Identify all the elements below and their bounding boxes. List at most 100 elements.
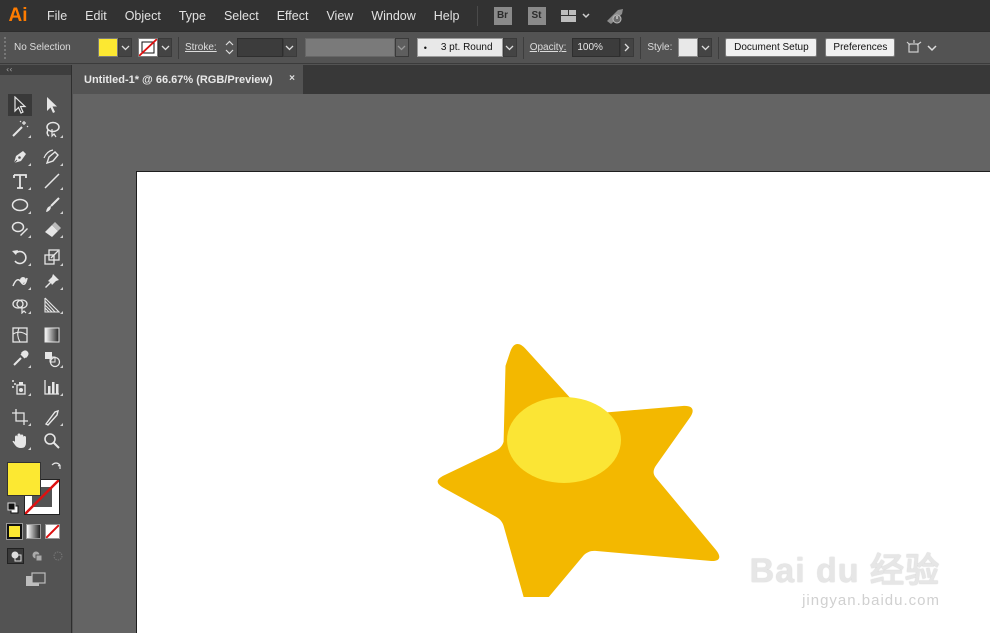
lasso-tool[interactable] [40,118,64,140]
graphic-style-swatch[interactable] [678,38,699,57]
blend-tool[interactable] [40,348,64,370]
draw-normal-button[interactable] [7,548,24,564]
variable-width-dropdown[interactable] [394,38,409,57]
artboard-tool[interactable] [8,406,32,428]
magic-wand-icon [12,120,29,137]
default-fill-stroke-button[interactable] [7,502,19,517]
opacity-control[interactable]: 100% [572,38,635,57]
variable-width-profile[interactable] [304,38,409,57]
symbol-sprayer-tool[interactable] [8,376,32,398]
stroke-weight-control[interactable] [223,38,297,57]
menu-window[interactable]: Window [362,9,424,23]
draw-inside-button[interactable] [49,548,66,564]
shape-builder-tool[interactable] [8,294,32,316]
menu-help[interactable]: Help [425,9,469,23]
bridge-button[interactable]: Br [493,6,512,25]
warp-tool[interactable] [8,270,32,292]
stroke-weight-dropdown[interactable] [282,38,297,57]
menu-object[interactable]: Object [116,9,170,23]
curvature-tool[interactable] [40,146,64,168]
chevron-down-icon [397,45,406,50]
brush-definition-field[interactable]: • 3 pt. Round [416,38,503,57]
perspective-grid-tool[interactable] [40,294,64,316]
align-options-control[interactable] [905,39,938,56]
gradient-tool[interactable] [40,324,64,346]
zoom-tool[interactable] [40,430,64,452]
fill-dropdown-button[interactable] [118,38,132,57]
document-setup-button[interactable]: Document Setup [725,38,818,57]
stroke-dropdown-button[interactable] [158,38,172,57]
stroke-color-control[interactable] [138,38,172,57]
fill-swatch[interactable] [98,38,118,57]
collapse-double-chevron-icon[interactable]: ‹‹ [6,65,12,74]
column-graph-icon [44,380,59,395]
fill-color-control[interactable] [98,38,132,57]
control-bar-grip[interactable] [4,36,10,59]
separator [522,36,524,59]
type-tool[interactable] [8,170,32,192]
arrange-documents-button[interactable] [560,9,592,23]
slice-tool[interactable] [40,406,64,428]
direct-selection-tool[interactable] [40,94,64,116]
menu-file[interactable]: File [36,9,76,23]
opacity-input[interactable]: 100% [572,38,621,57]
puppet-warp-tool[interactable] [40,270,64,292]
opacity-arrow-button[interactable] [620,38,635,57]
perspective-grid-icon [44,297,61,313]
draw-behind-button[interactable] [28,548,45,564]
tools-panel: ‹‹ [0,65,72,633]
star-highlight-ellipse[interactable] [507,397,621,483]
magic-wand-tool[interactable] [8,118,32,140]
magnifier-icon [44,433,60,449]
scale-tool[interactable] [40,246,64,268]
brush-definition-control[interactable]: • 3 pt. Round [416,38,517,57]
eyedropper-tool[interactable] [8,348,32,370]
gpu-performance-button[interactable] [604,7,626,25]
brush-definition-value: 3 pt. Round [440,42,493,53]
direct-selection-arrow-icon [47,97,57,113]
tools-panel-grip[interactable]: ‹‹ [0,65,71,75]
ellipse-tool[interactable] [8,194,32,216]
gradient-button[interactable] [26,524,41,539]
chevron-right-icon [624,43,630,52]
selection-tool[interactable] [8,94,32,116]
stroke-label[interactable]: Stroke: [185,42,217,53]
graphic-style-dropdown[interactable] [698,38,713,57]
shaper-tool[interactable] [8,218,32,240]
document-tab[interactable]: Untitled-1* @ 66.67% (RGB/Preview) × [73,65,303,94]
rotate-tool[interactable] [8,246,32,268]
stroke-weight-input[interactable] [236,38,283,57]
menu-effect[interactable]: Effect [268,9,318,23]
menu-select[interactable]: Select [215,9,268,23]
menu-type[interactable]: Type [170,9,215,23]
mesh-tool[interactable] [8,324,32,346]
preferences-button[interactable]: Preferences [825,38,896,57]
paintbrush-tool[interactable] [40,194,64,216]
star-artwork[interactable] [387,317,727,597]
menu-edit[interactable]: Edit [76,9,116,23]
pen-tool[interactable] [8,146,32,168]
swap-fill-stroke-button[interactable] [50,461,62,476]
stroke-swatch[interactable] [138,38,158,57]
document-tab-title: Untitled-1* @ 66.67% (RGB/Preview) [84,73,273,86]
change-screen-mode-button[interactable] [25,572,47,591]
stroke-weight-stepper[interactable] [223,38,237,57]
close-icon[interactable]: × [289,73,295,84]
brush-definition-dropdown[interactable] [502,38,517,57]
eraser-tool[interactable] [40,218,64,240]
color-button[interactable] [6,523,23,540]
variable-width-field[interactable] [304,38,395,57]
canvas[interactable]: Bai du 经验 jingyan.baidu.com [73,94,990,633]
line-segment-tool[interactable] [40,170,64,192]
fill-color-box[interactable] [7,462,41,496]
none-swatch-icon [46,525,59,538]
hand-tool[interactable] [8,430,32,452]
opacity-label[interactable]: Opacity: [530,42,567,53]
graphic-style-control[interactable] [678,38,713,57]
column-graph-tool[interactable] [40,376,64,398]
chevron-down-icon [927,44,937,51]
chevron-down-icon [285,45,294,50]
menu-view[interactable]: View [317,9,362,23]
stock-button[interactable]: St [527,6,546,25]
none-button[interactable] [45,524,60,539]
